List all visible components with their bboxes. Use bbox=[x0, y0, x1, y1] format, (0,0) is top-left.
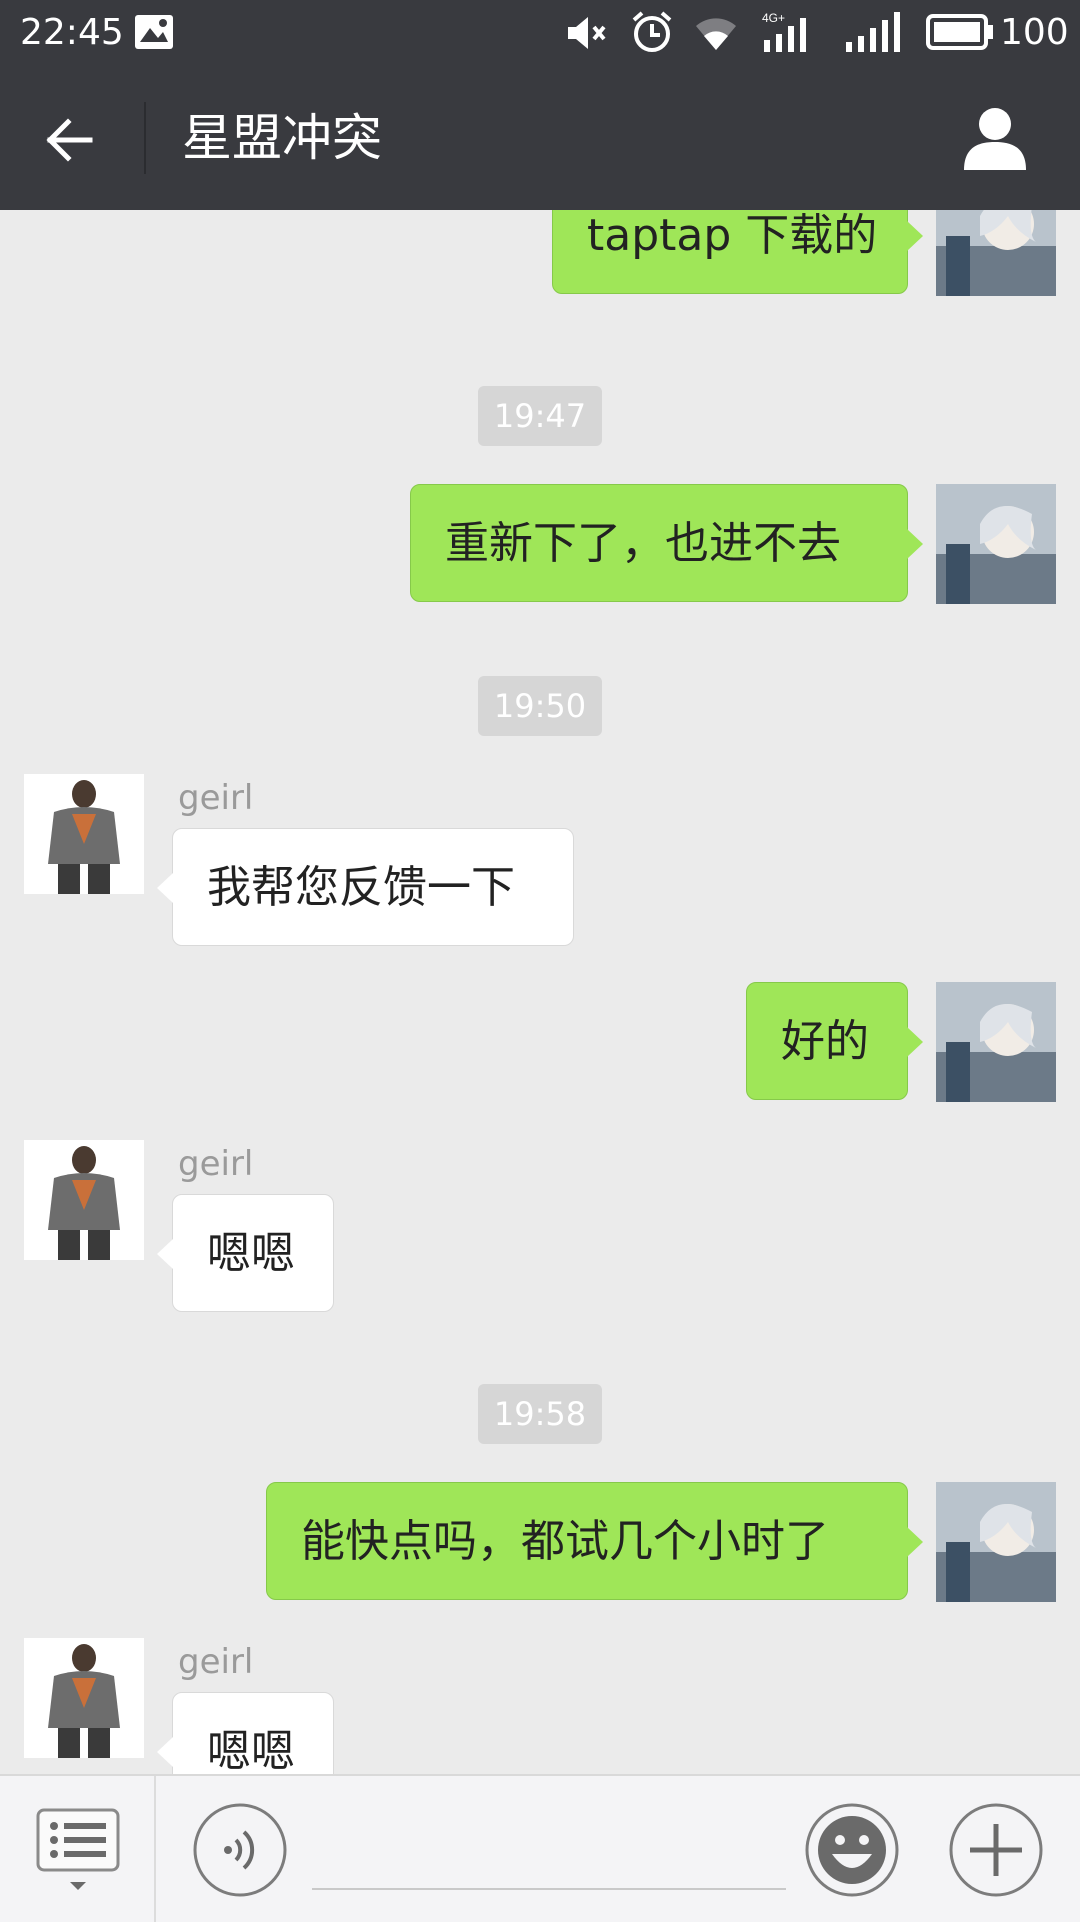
my-avatar[interactable] bbox=[936, 1482, 1056, 1602]
outgoing-message[interactable]: 重新下了，也进不去 bbox=[410, 484, 923, 602]
plus-icon[interactable] bbox=[948, 1802, 1044, 1898]
signal-icon bbox=[846, 12, 900, 52]
profile-icon[interactable] bbox=[960, 104, 1030, 174]
chat-title: 星盟冲突 bbox=[182, 109, 382, 167]
outgoing-message[interactable]: 好的 bbox=[746, 982, 923, 1100]
input-bar-divider bbox=[154, 1776, 156, 1922]
header-divider bbox=[144, 102, 146, 174]
image-notification-icon bbox=[135, 15, 173, 49]
incoming-message[interactable]: 我帮您反馈一下 bbox=[157, 828, 574, 946]
voice-icon[interactable] bbox=[192, 1802, 288, 1898]
incoming-message[interactable]: 嗯嗯 bbox=[157, 1692, 334, 1774]
battery-icon bbox=[926, 14, 993, 50]
chat-header: 星盟冲突 bbox=[0, 66, 1080, 210]
input-bar bbox=[0, 1774, 1080, 1922]
status-time: 22:45 bbox=[20, 12, 124, 53]
wifi-icon bbox=[696, 18, 736, 50]
outgoing-message[interactable]: 能快点吗，都试几个小时了 bbox=[266, 1482, 923, 1600]
outgoing-message[interactable]: taptap 下载的 bbox=[552, 210, 923, 294]
signal-4g-icon: 4G+ bbox=[762, 11, 806, 52]
my-avatar[interactable] bbox=[936, 484, 1056, 604]
my-avatar[interactable] bbox=[936, 982, 1056, 1102]
contact-avatar[interactable] bbox=[24, 774, 144, 894]
contact-avatar[interactable] bbox=[24, 1140, 144, 1260]
svg-text:4G+: 4G+ bbox=[762, 11, 785, 25]
back-arrow-icon[interactable] bbox=[40, 110, 100, 170]
my-avatar[interactable] bbox=[936, 210, 1056, 296]
message-list[interactable]: taptap 下载的 19:47 重新下了，也进不去 19:50 geirl 我… bbox=[0, 210, 1080, 1774]
timestamp: 19:58 bbox=[478, 1384, 602, 1444]
contact-avatar[interactable] bbox=[24, 1638, 144, 1758]
sender-name: geirl bbox=[178, 1144, 254, 1184]
sender-name: geirl bbox=[178, 778, 254, 818]
status-bar: 22:45 4G+ 100 bbox=[0, 0, 1080, 66]
incoming-message[interactable]: 嗯嗯 bbox=[157, 1194, 334, 1312]
menu-list-icon[interactable] bbox=[36, 1808, 120, 1892]
alarm-icon bbox=[632, 11, 672, 52]
emoji-icon[interactable] bbox=[804, 1802, 900, 1898]
sender-name: geirl bbox=[178, 1642, 254, 1682]
timestamp: 19:47 bbox=[478, 386, 602, 446]
timestamp: 19:50 bbox=[478, 676, 602, 736]
message-input[interactable] bbox=[312, 1816, 786, 1890]
battery-level: 100 bbox=[1000, 12, 1069, 53]
mute-icon bbox=[568, 17, 606, 49]
